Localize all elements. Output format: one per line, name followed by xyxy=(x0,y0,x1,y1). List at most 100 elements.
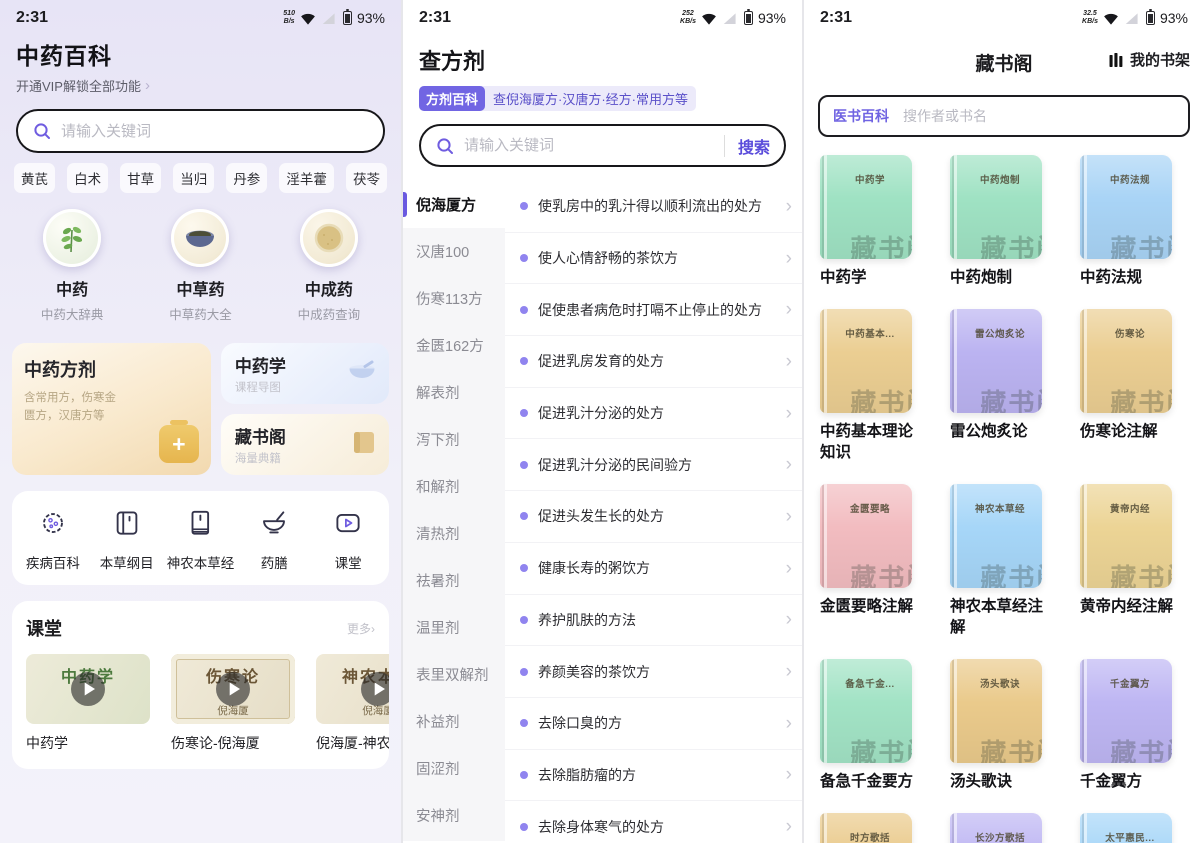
card-cangshuge[interactable]: 藏书阁 海量典籍 xyxy=(221,414,389,475)
book-cover[interactable]: 长沙方歌括藏书阁 xyxy=(950,813,1042,843)
book-cover[interactable]: 太平惠民...藏书阁 xyxy=(1080,813,1172,843)
card-zhongyaoxue[interactable]: 中药学 课程导图 xyxy=(221,343,389,404)
keyword-chip[interactable]: 淫羊藿 xyxy=(279,163,334,193)
keyword-chip[interactable]: 甘草 xyxy=(120,163,161,193)
category-powder[interactable]: 中成药中成药查询 xyxy=(265,209,393,323)
book-cover[interactable]: 时方歌括藏书阁 xyxy=(820,813,912,843)
video-thumbnail[interactable]: 中药学 xyxy=(26,654,150,724)
shortcut-book2[interactable]: 神农本草经 xyxy=(164,508,238,572)
search-bar[interactable] xyxy=(16,109,385,153)
category-sidebar: 倪海厦方汉唐100伤寒113方金匮162方解表剂泻下剂和解剂清热剂祛暑剂温里剂表… xyxy=(403,181,505,841)
shortcut-book1[interactable]: 本草纲目 xyxy=(90,508,164,572)
category-bowl[interactable]: 中草药中草药大全 xyxy=(136,209,264,323)
book-cover[interactable]: 神农本草经藏书阁 xyxy=(950,484,1042,588)
keyword-chip[interactable]: 黄芪 xyxy=(14,163,55,193)
book-cover[interactable]: 千金翼方藏书阁 xyxy=(1080,659,1172,763)
shortcut-mortar[interactable]: 药膳 xyxy=(237,508,311,572)
search-input[interactable] xyxy=(61,123,369,140)
shortcut-disease[interactable]: 疾病百科 xyxy=(16,508,90,572)
search-input[interactable] xyxy=(903,108,1175,124)
formula-row[interactable]: 去除身体寒气的处方› xyxy=(505,801,802,843)
book-cover[interactable]: 中药炮制藏书阁 xyxy=(950,155,1042,259)
book-item[interactable]: 备急千金...藏书阁备急千金要方 xyxy=(820,659,928,793)
sidebar-item[interactable]: 补益剂 xyxy=(403,698,505,745)
book-cover[interactable]: 黄帝内经藏书阁 xyxy=(1080,484,1172,588)
sidebar-item[interactable]: 解表剂 xyxy=(403,369,505,416)
bullet-dot-icon xyxy=(520,461,528,469)
sidebar-item[interactable]: 固涩剂 xyxy=(403,745,505,792)
my-bookshelf-button[interactable]: 我的书架 xyxy=(1108,49,1190,70)
formula-row[interactable]: 促使患者病危时打嗝不止停止的处方› xyxy=(505,284,802,336)
keyword-chip[interactable]: 丹参 xyxy=(226,163,267,193)
formula-row[interactable]: 促进乳汁分泌的处方› xyxy=(505,388,802,440)
sidebar-item[interactable]: 祛暑剂 xyxy=(403,557,505,604)
formula-row[interactable]: 去除脂肪瘤的方› xyxy=(505,750,802,802)
video-thumbnail[interactable]: 神农本草倪海厦 xyxy=(316,654,389,724)
keyword-chip[interactable]: 当归 xyxy=(173,163,214,193)
book-item[interactable]: 中药法规藏书阁中药法规 xyxy=(1080,155,1188,289)
formula-row[interactable]: 促进头发生长的处方› xyxy=(505,491,802,543)
book-item[interactable]: 神农本草经藏书阁神农本草经注解 xyxy=(950,484,1058,639)
card-fangji[interactable]: 中药方剂 含常用方，伤寒金匮方，汉唐方等 + xyxy=(12,343,211,475)
search-bar[interactable]: 医书百科 xyxy=(818,95,1190,137)
book-item[interactable]: 伤寒论藏书阁伤寒论注解 xyxy=(1080,309,1188,464)
sidebar-item[interactable]: 清热剂 xyxy=(403,510,505,557)
shortcut-video[interactable]: 课堂 xyxy=(311,508,385,572)
sidebar-item[interactable]: 倪海厦方 xyxy=(403,181,505,228)
keyword-chip[interactable]: 白术 xyxy=(67,163,108,193)
book-cover[interactable]: 中药学藏书阁 xyxy=(820,155,912,259)
video-item[interactable]: 神农本草倪海厦倪海厦-神农 xyxy=(316,654,389,753)
formula-row[interactable]: 促进乳汁分泌的民间验方› xyxy=(505,439,802,491)
book-item[interactable]: 时方歌括藏书阁 xyxy=(820,813,928,843)
sidebar-item[interactable]: 安神剂 xyxy=(403,792,505,839)
book-item[interactable]: 太平惠民...藏书阁 xyxy=(1080,813,1188,843)
video-thumbnail[interactable]: 伤寒论倪海厦 xyxy=(171,654,295,724)
book-item[interactable]: 中药学藏书阁中药学 xyxy=(820,155,928,289)
chevron-right-icon: › xyxy=(786,249,792,268)
keyword-chip[interactable]: 茯苓 xyxy=(346,163,387,193)
sidebar-item[interactable]: 泻下剂 xyxy=(403,416,505,463)
video-item[interactable]: 中药学中药学 xyxy=(26,654,150,753)
card-desc: 含常用方，伤寒金匮方，汉唐方等 xyxy=(24,390,126,426)
formula-row[interactable]: 健康长寿的粥饮方› xyxy=(505,543,802,595)
vip-banner[interactable]: 开通VIP解锁全部功能 › xyxy=(16,76,385,95)
sidebar-item[interactable]: 表里双解剂 xyxy=(403,651,505,698)
book-item[interactable]: 黄帝内经藏书阁黄帝内经注解 xyxy=(1080,484,1188,639)
book-cover[interactable]: 备急千金...藏书阁 xyxy=(820,659,912,763)
formula-row[interactable]: 使乳房中的乳汁得以顺利流出的处方› xyxy=(505,181,802,233)
sidebar-item[interactable]: 温里剂 xyxy=(403,604,505,651)
book-cover[interactable]: 金匮要略藏书阁 xyxy=(820,484,912,588)
search-input[interactable] xyxy=(464,137,715,154)
category-plant[interactable]: 中药中药大辞典 xyxy=(8,209,136,323)
formula-row[interactable]: 使人心情舒畅的茶饮方› xyxy=(505,233,802,285)
book-cover[interactable]: 中药法规藏书阁 xyxy=(1080,155,1172,259)
book-item[interactable]: 雷公炮炙论藏书阁雷公炮炙论 xyxy=(950,309,1058,464)
vip-text: 开通VIP解锁全部功能 xyxy=(16,76,141,95)
wifi-icon xyxy=(701,12,717,25)
search-tag[interactable]: 医书百科 xyxy=(833,106,889,126)
formula-row[interactable]: 促进乳房发育的处方› xyxy=(505,336,802,388)
more-link[interactable]: 更多› xyxy=(347,620,375,637)
video-item[interactable]: 伤寒论倪海厦伤寒论-倪海厦 xyxy=(171,654,295,753)
book-cover[interactable]: 汤头歌诀藏书阁 xyxy=(950,659,1042,763)
formula-row[interactable]: 养颜美容的茶饮方› xyxy=(505,646,802,698)
sidebar-item[interactable]: 金匮162方 xyxy=(403,322,505,369)
sidebar-item[interactable]: 伤寒113方 xyxy=(403,275,505,322)
book-item[interactable]: 长沙方歌括藏书阁 xyxy=(950,813,1058,843)
book-item[interactable]: 汤头歌诀藏书阁汤头歌诀 xyxy=(950,659,1058,793)
search-bar[interactable]: 搜索 xyxy=(419,124,786,167)
book-cover[interactable]: 伤寒论藏书阁 xyxy=(1080,309,1172,413)
book-item[interactable]: 金匮要略藏书阁金匮要略注解 xyxy=(820,484,928,639)
shortcut-row: 疾病百科本草纲目神农本草经药膳课堂 xyxy=(12,491,389,585)
feature-cards: 中药方剂 含常用方，伤寒金匮方，汉唐方等 + 中药学 课程导图 藏书阁 海量典籍 xyxy=(12,343,389,475)
book-cover[interactable]: 雷公炮炙论藏书阁 xyxy=(950,309,1042,413)
formula-row[interactable]: 去除口臭的方› xyxy=(505,698,802,750)
book-item[interactable]: 中药炮制藏书阁中药炮制 xyxy=(950,155,1058,289)
search-button[interactable]: 搜索 xyxy=(724,135,770,157)
sidebar-item[interactable]: 和解剂 xyxy=(403,463,505,510)
book-item[interactable]: 中药基本...藏书阁中药基本理论知识 xyxy=(820,309,928,464)
formula-row[interactable]: 养护肌肤的方法› xyxy=(505,595,802,647)
book-cover[interactable]: 中药基本...藏书阁 xyxy=(820,309,912,413)
sidebar-item[interactable]: 汉唐100 xyxy=(403,228,505,275)
book-item[interactable]: 千金翼方藏书阁千金翼方 xyxy=(1080,659,1188,793)
